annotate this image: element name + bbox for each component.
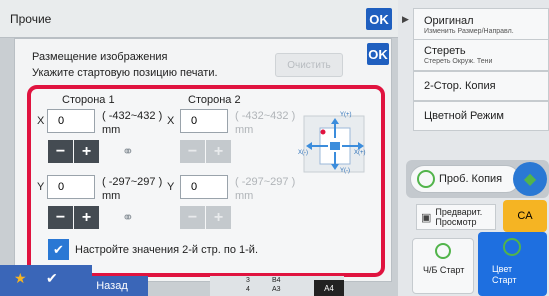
side2-x-unit: mm <box>235 124 254 136</box>
direction-diagram: Y(+) Y(-) X(-) X(+) <box>296 108 372 178</box>
y-plus-label: Y(+) <box>340 112 352 118</box>
erase-label: Стереть <box>424 45 466 57</box>
ca-button[interactable]: CA <box>503 200 547 232</box>
side2-y-range: ( -297~297 ) <box>235 176 296 188</box>
tray-status-area: 3 B4 4 A3 A4 <box>210 276 344 296</box>
match-side2-label: Настройте значения 2-й стр. по 1-й. <box>75 244 259 256</box>
duplex-copy-label: 2-Стор. Копия <box>424 80 496 92</box>
bw-start-icon <box>435 243 451 259</box>
clear-button[interactable]: Очистить <box>275 53 343 77</box>
side2-y-minus-button[interactable]: − <box>180 206 205 229</box>
side2-x-value: 0 <box>191 115 198 127</box>
star-icon[interactable]: ★ <box>14 270 27 287</box>
original-label: Оригинал <box>424 15 474 27</box>
side2-y-input[interactable]: 0 <box>180 175 228 199</box>
side1-y-value: 0 <box>58 181 65 193</box>
proof-copy-label: Проб. Копия <box>439 173 503 185</box>
bw-start-label: Ч/Б Старт <box>423 265 465 275</box>
side2-x-minus-button[interactable]: − <box>180 140 205 163</box>
side2-x-range: ( -432~432 ) <box>235 110 296 122</box>
erase-sub: Стереть Окруж. Тени <box>424 58 493 65</box>
side1-y-range: ( -297~297 ) <box>102 176 163 188</box>
tray-3-size: B4 <box>272 277 281 284</box>
back-button[interactable]: Назад <box>76 276 148 296</box>
bw-start-button[interactable]: Ч/Б Старт <box>412 238 474 294</box>
proof-copy-start-icon[interactable]: ◆ <box>513 162 547 196</box>
side1-x-plus-button[interactable]: + <box>74 140 99 163</box>
side2-y-plus-button[interactable]: + <box>206 206 231 229</box>
proof-copy-button[interactable]: Проб. Копия <box>410 165 520 193</box>
side1-y-minus-button[interactable]: − <box>48 206 73 229</box>
ok-button-dialog[interactable]: OK <box>367 43 389 65</box>
side1-x-value: 0 <box>58 115 65 127</box>
side1-y-label: Y <box>37 181 45 193</box>
dialog-heading: Размещение изображения <box>32 51 168 63</box>
top-bar: Прочие OK <box>0 0 398 38</box>
side2-y-unit: mm <box>235 190 254 202</box>
side2-y-label: Y <box>167 181 175 193</box>
tray-4-num: 4 <box>246 286 250 293</box>
tray-4-size: A3 <box>272 286 281 293</box>
side2-y-value: 0 <box>191 181 198 193</box>
color-start-button[interactable]: Цвет Старт <box>478 232 547 296</box>
side2-x-label: X <box>167 115 175 127</box>
dialog-instruction: Укажите стартовую позицию печати. <box>32 67 218 79</box>
match-side2-checkbox[interactable]: ✔ <box>48 239 69 260</box>
side1-y-input[interactable]: 0 <box>47 175 95 199</box>
side1-y-plus-button[interactable]: + <box>74 206 99 229</box>
preview-icon: ▣ <box>421 211 432 224</box>
side2-x-plus-button[interactable]: + <box>206 140 231 163</box>
color-start-icon <box>503 238 521 256</box>
x-plus-label: X(+) <box>354 150 366 156</box>
ok-button-top[interactable]: OK <box>366 8 392 30</box>
color-start-label: Цвет Старт <box>492 264 517 285</box>
side2-label: Сторона 2 <box>188 94 241 106</box>
tray-3-num: 3 <box>246 277 250 284</box>
preview-label: Предварит. Просмотр <box>435 207 483 227</box>
original-button[interactable]: Оригинал Изменить Размер/Направл. <box>413 8 549 42</box>
side1-x-minus-button[interactable]: − <box>48 140 73 163</box>
side1-x-unit: mm <box>102 124 121 136</box>
paper-size-badge: A4 <box>314 280 344 296</box>
y-minus-label: Y(-) <box>340 168 350 174</box>
duplex-copy-button[interactable]: 2-Стор. Копия <box>413 71 549 101</box>
side1-x-input[interactable]: 0 <box>47 109 95 133</box>
check-icon[interactable]: ✔ <box>46 270 58 287</box>
color-mode-button[interactable]: Цветной Режим <box>413 101 549 131</box>
erase-button[interactable]: Стереть Стереть Окруж. Тени <box>413 39 549 71</box>
preview-button[interactable]: ▣ Предварит. Просмотр <box>416 204 496 230</box>
link-icon[interactable]: ⚭ <box>122 143 134 160</box>
side1-y-unit: mm <box>102 190 121 202</box>
link-icon[interactable]: ⚭ <box>122 209 134 226</box>
side2-x-input[interactable]: 0 <box>180 109 228 133</box>
original-sub: Изменить Размер/Направл. <box>424 28 514 35</box>
direction-icon <box>303 115 365 173</box>
x-minus-label: X(-) <box>298 150 308 156</box>
proof-copy-icon <box>417 170 435 188</box>
color-mode-label: Цветной Режим <box>424 110 504 122</box>
side1-label: Сторона 1 <box>62 94 115 106</box>
page-title: Прочие <box>10 12 52 26</box>
side1-x-label: X <box>37 115 45 127</box>
side1-x-range: ( -432~432 ) <box>102 110 163 122</box>
expand-arrow-icon[interactable]: ▶ <box>402 14 409 25</box>
